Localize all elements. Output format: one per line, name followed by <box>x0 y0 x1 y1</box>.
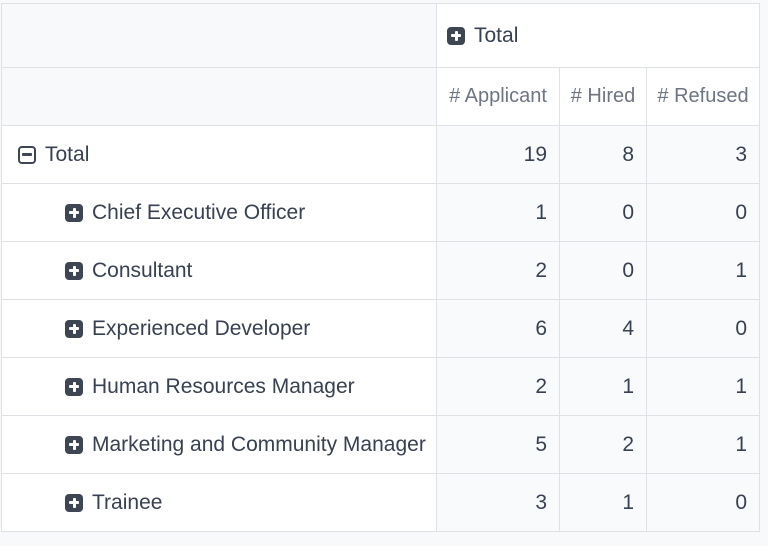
pivot-table: Total # Applicant # Hired # Refused Tota… <box>1 3 760 532</box>
pivot-value-cell[interactable]: 3 <box>437 474 560 532</box>
row-header-total[interactable]: Total <box>2 126 437 184</box>
pivot-value-cell[interactable]: 1 <box>437 184 560 242</box>
row-header-experienced-developer[interactable]: Experienced Developer <box>2 300 437 358</box>
row-header-content: Human Resources Manager <box>65 375 355 399</box>
pivot-row-experienced-developer: Experienced Developer 640 <box>2 300 760 358</box>
pivot-value-cell[interactable]: 6 <box>437 300 560 358</box>
plus-square-icon <box>65 262 83 280</box>
pivot-value-cell[interactable]: 5 <box>437 416 560 474</box>
pivot-value-cell[interactable]: 0 <box>560 184 647 242</box>
measure-header-applicant[interactable]: # Applicant <box>437 68 560 126</box>
plus-square-icon <box>447 27 465 45</box>
row-label-text: Marketing and Community Manager <box>92 433 426 457</box>
pivot-row-human-resources-manager: Human Resources Manager211 <box>2 358 760 416</box>
pivot-value-cell[interactable]: 1 <box>560 358 647 416</box>
row-label-text: Total <box>45 143 89 167</box>
pivot-row-marketing-and-community-manager: Marketing and Community Manager 521 <box>2 416 760 474</box>
pivot-value-cell[interactable]: 1 <box>647 416 760 474</box>
column-group-row: Total <box>2 4 760 68</box>
plus-square-icon <box>65 378 83 396</box>
pivot-row-consultant: Consultant 201 <box>2 242 760 300</box>
row-header-consultant[interactable]: Consultant <box>2 242 437 300</box>
row-label-text: Consultant <box>92 259 192 283</box>
pivot-value-cell[interactable]: 0 <box>560 242 647 300</box>
pivot-value-cell[interactable]: 0 <box>647 474 760 532</box>
pivot-value-cell[interactable]: 0 <box>647 300 760 358</box>
pivot-value-cell[interactable]: 0 <box>647 184 760 242</box>
pivot-value-cell[interactable]: 2 <box>437 358 560 416</box>
pivot-row-trainee: Trainee 310 <box>2 474 760 532</box>
pivot-value-cell[interactable]: 1 <box>647 242 760 300</box>
row-header-content: Experienced Developer <box>65 317 310 341</box>
plus-square-icon <box>65 436 83 454</box>
plus-square-icon <box>65 494 83 512</box>
pivot-value-cell[interactable]: 2 <box>560 416 647 474</box>
row-label-text: Human Resources Manager <box>92 375 355 399</box>
minus-square-icon <box>18 146 36 164</box>
row-header-chief-executive-officer[interactable]: Chief Executive Officer <box>2 184 437 242</box>
row-label-text: Chief Executive Officer <box>92 201 305 225</box>
pivot-row-total: Total 1983 <box>2 126 760 184</box>
pivot-value-cell[interactable]: 19 <box>437 126 560 184</box>
row-header-content: Total <box>18 143 89 167</box>
row-header-marketing-and-community-manager[interactable]: Marketing and Community Manager <box>2 416 437 474</box>
row-label-text: Trainee <box>92 491 162 515</box>
pivot-value-cell[interactable]: 2 <box>437 242 560 300</box>
pivot-value-cell[interactable]: 3 <box>647 126 760 184</box>
pivot-value-cell[interactable]: 1 <box>560 474 647 532</box>
measure-header-hired[interactable]: # Hired <box>560 68 647 126</box>
column-group-content: Total <box>447 24 518 48</box>
row-label-text: Experienced Developer <box>92 317 310 341</box>
row-header-trainee[interactable]: Trainee <box>2 474 437 532</box>
plus-square-icon <box>65 320 83 338</box>
column-group-label: Total <box>474 24 518 48</box>
plus-square-icon <box>65 204 83 222</box>
pivot-value-cell[interactable]: 4 <box>560 300 647 358</box>
row-header-content: Marketing and Community Manager <box>65 433 426 457</box>
pivot-row-chief-executive-officer: Chief Executive Officer100 <box>2 184 760 242</box>
row-header-human-resources-manager[interactable]: Human Resources Manager <box>2 358 437 416</box>
pivot-value-cell[interactable]: 8 <box>560 126 647 184</box>
row-header-content: Chief Executive Officer <box>65 201 305 225</box>
measure-header-row: # Applicant # Hired # Refused <box>2 68 760 126</box>
row-header-content: Trainee <box>65 491 162 515</box>
measure-header-refused[interactable]: # Refused <box>647 68 760 126</box>
row-header-content: Consultant <box>65 259 192 283</box>
pivot-view: Total # Applicant # Hired # Refused Tota… <box>0 0 768 546</box>
pivot-value-cell[interactable]: 1 <box>647 358 760 416</box>
corner-cell <box>2 4 437 68</box>
column-group-total[interactable]: Total <box>437 4 760 68</box>
corner-cell <box>2 68 437 126</box>
